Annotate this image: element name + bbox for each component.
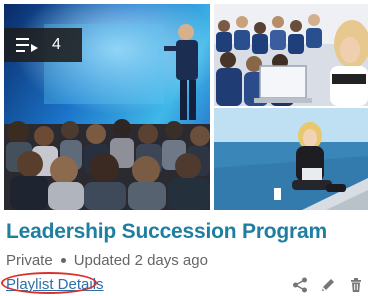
thumbnail-seminar-audience[interactable] xyxy=(214,4,368,106)
seminar-audience-image xyxy=(214,4,368,106)
visibility-label: Private xyxy=(6,252,53,269)
playlist-card[interactable]: 4 Leadership Succession Program Private … xyxy=(0,0,368,296)
playlist-title[interactable]: Leadership Succession Program xyxy=(6,220,327,244)
playlist-meta: Private Updated 2 days ago xyxy=(6,252,208,269)
playlist-details-link[interactable]: Playlist Details xyxy=(6,276,104,293)
updated-label: Updated 2 days ago xyxy=(73,252,208,269)
playlist-actions xyxy=(280,277,364,293)
thumbnail-woman-tablet[interactable] xyxy=(214,108,368,210)
share-icon[interactable] xyxy=(292,277,308,293)
pencil-icon[interactable] xyxy=(320,277,336,293)
playlist-icon xyxy=(16,36,38,54)
woman-tablet-image xyxy=(214,108,368,210)
playlist-thumbnails[interactable]: 4 xyxy=(4,4,368,210)
playlist-item-count: 4 xyxy=(52,36,62,53)
thumbnail-conference-speaker[interactable]: 4 xyxy=(4,4,210,210)
trash-icon[interactable] xyxy=(348,277,364,293)
separator-dot xyxy=(60,258,66,263)
playlist-count-badge: 4 xyxy=(4,28,82,62)
